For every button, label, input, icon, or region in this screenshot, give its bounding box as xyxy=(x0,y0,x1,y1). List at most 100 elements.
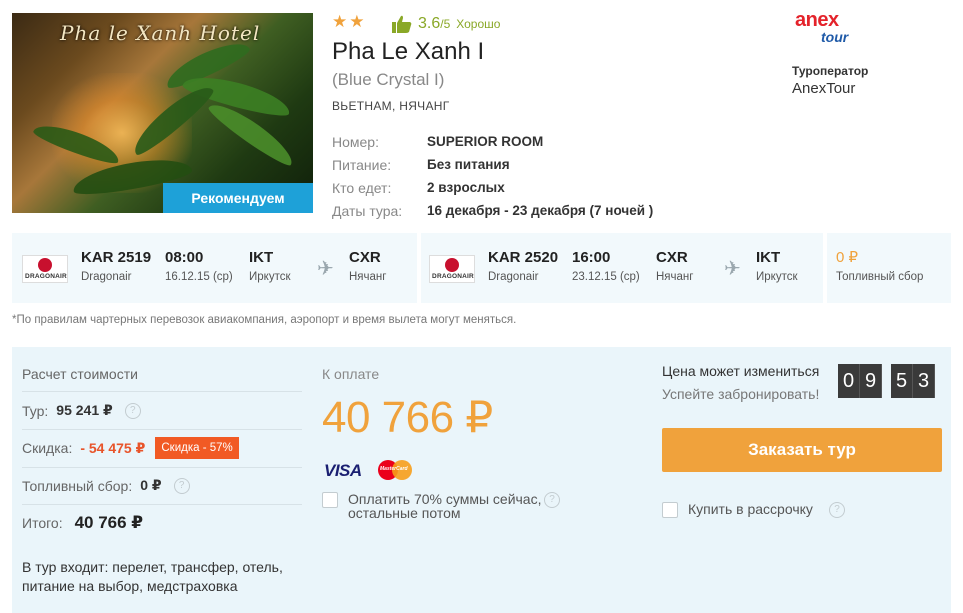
destination-cell: CXR Нячанг xyxy=(349,249,386,285)
calc-row-discount: Скидка: - 54 475 ₽ Скидка - 57% xyxy=(22,437,239,459)
payment-amount: 40 766 ₽ xyxy=(322,393,493,442)
detail-row-dates: Даты тура: 16 декабря - 23 декабря (7 но… xyxy=(332,199,653,222)
order-tour-button[interactable]: Заказать тур xyxy=(662,428,942,472)
airline-name: Dragonair xyxy=(81,271,132,283)
flight-number-cell: KAR 2519 Dragonair xyxy=(81,249,151,285)
timer-digit: 3 xyxy=(913,364,935,398)
visa-logo: VISA xyxy=(324,461,362,480)
hotel-photo[interactable]: Pha le Xanh Hotel Рекомендуем xyxy=(12,13,313,213)
hotel-stars: ★★ xyxy=(332,12,367,31)
destination-code: CXR xyxy=(349,249,381,266)
flight-number: KAR 2519 xyxy=(81,249,152,266)
origin-code: IKT xyxy=(249,249,274,266)
destination-cell: IKT Иркутск xyxy=(756,249,798,285)
calc-label: Итого: xyxy=(22,515,63,531)
detail-value: Без питания xyxy=(427,157,510,172)
help-icon[interactable]: ? xyxy=(544,492,560,508)
calc-title: Расчет стоимости xyxy=(22,366,138,382)
detail-label: Питание: xyxy=(332,156,392,173)
fuel-fee-label: Топливный сбор xyxy=(836,271,924,283)
partial-payment-checkbox[interactable] xyxy=(322,492,338,508)
detail-label: Даты тура: xyxy=(332,202,403,219)
tour-details: Номер: SUPERIOR ROOM Питание: Без питани… xyxy=(332,130,653,222)
plane-icon: ✈ xyxy=(724,258,741,280)
origin-city: Нячанг xyxy=(656,271,694,283)
thumbs-up-icon xyxy=(392,15,412,33)
operator-label: Туроператор xyxy=(792,64,869,78)
dragon-icon xyxy=(38,258,52,272)
total-price: 40 766 ₽ xyxy=(74,513,144,532)
departure-time: 16:00 xyxy=(572,249,611,266)
partial-payment-label[interactable]: Оплатить 70% суммы сейчас, остальные пот… xyxy=(348,492,558,520)
calc-row-tour: Тур: 95 241 ₽ ? xyxy=(22,402,141,419)
timer-digit: 5 xyxy=(891,364,913,398)
hurry-note: Успейте забронировать! xyxy=(662,386,820,402)
help-icon[interactable]: ? xyxy=(829,502,845,518)
flights-bar: DRAGONAIR KAR 2519 Dragonair 08:00 16.12… xyxy=(12,233,951,303)
destination-city: Нячанг xyxy=(349,271,387,283)
countdown-timer: 0 9 5 3 xyxy=(838,364,935,398)
mastercard-logo: MasterCard xyxy=(378,459,414,481)
departure-time-cell: 16:00 23.12.15 (ср) xyxy=(572,249,640,285)
detail-value: 16 декабря - 23 декабря (7 ночей ) xyxy=(427,203,654,218)
divider xyxy=(22,504,302,505)
charter-disclaimer: *По правилам чартерных перевозок авиаком… xyxy=(12,314,517,326)
help-icon[interactable]: ? xyxy=(124,402,141,419)
timer-digit: 0 xyxy=(838,364,860,398)
recommend-badge: Рекомендуем xyxy=(163,183,313,213)
departure-date: 23.12.15 (ср) xyxy=(572,271,640,283)
payment-label: К оплате xyxy=(322,366,380,382)
divider xyxy=(22,467,302,468)
dragon-icon xyxy=(445,258,459,272)
detail-row-travelers: Кто едет: 2 взрослых xyxy=(332,176,653,199)
help-icon[interactable]: ? xyxy=(173,477,190,494)
discount-badge: Скидка - 57% xyxy=(155,437,239,459)
fuel-value: 0 ₽ xyxy=(140,477,162,493)
rating-value: 3.6/5 xyxy=(418,15,451,32)
tour-price: 95 241 ₽ xyxy=(56,402,113,418)
hotel-location: ВЬЕТНАМ, НЯЧАНГ xyxy=(332,99,450,113)
departure-date: 16.12.15 (ср) xyxy=(165,271,233,283)
hotel-rating: 3.6/5 Хорошо xyxy=(392,15,500,33)
detail-value: SUPERIOR ROOM xyxy=(427,134,544,149)
fuel-fee-cell: 0 ₽ Топливный сбор xyxy=(836,249,923,285)
fuel-fee-value: 0 ₽ xyxy=(836,249,859,266)
discount-amount: - 54 475 ₽ xyxy=(80,439,146,456)
detail-label: Номер: xyxy=(332,133,379,150)
dragonair-logo: DRAGONAIR xyxy=(22,255,68,283)
calc-row-fuel: Топливный сбор: 0 ₽ ? xyxy=(22,477,190,494)
timer-separator xyxy=(882,364,891,398)
destination-code: IKT xyxy=(756,249,781,266)
origin-code: CXR xyxy=(656,249,688,266)
anex-tour-logo: anex tour xyxy=(795,9,849,45)
departure-time-cell: 08:00 16.12.15 (ср) xyxy=(165,249,233,285)
photo-hotel-sign: Pha le Xanh Hotel xyxy=(60,21,261,45)
detail-value: 2 взрослых xyxy=(427,180,505,195)
origin-cell: CXR Нячанг xyxy=(656,249,693,285)
plane-icon: ✈ xyxy=(317,258,334,280)
hotel-name[interactable]: Pha Le Xanh I xyxy=(332,38,484,66)
calc-label: Топливный сбор: xyxy=(22,477,133,494)
detail-row-meal: Питание: Без питания xyxy=(332,153,653,176)
operator-name: AnexTour xyxy=(792,80,856,97)
flight-number: KAR 2520 xyxy=(488,249,559,266)
installment-label[interactable]: Купить в рассрочку xyxy=(688,502,813,516)
airline-name: Dragonair xyxy=(488,271,539,283)
rating-label: Хорошо xyxy=(456,17,501,31)
detail-label: Кто едет: xyxy=(332,179,392,196)
destination-city: Иркутск xyxy=(756,271,798,283)
price-change-note: Цена может измениться xyxy=(662,363,820,379)
installment-checkbox[interactable] xyxy=(662,502,678,518)
calc-label: Тур: xyxy=(22,402,49,419)
calc-row-total: Итого: 40 766 ₽ xyxy=(22,513,143,533)
calc-label: Скидка: xyxy=(22,440,73,456)
divider xyxy=(22,391,302,392)
tour-includes: В тур входит: перелет, трансфер, отель, … xyxy=(22,559,283,594)
flight-number-cell: KAR 2520 Dragonair xyxy=(488,249,558,285)
departure-time: 08:00 xyxy=(165,249,204,266)
origin-cell: IKT Иркутск xyxy=(249,249,291,285)
timer-digit: 9 xyxy=(860,364,882,398)
divider xyxy=(22,429,302,430)
detail-row-room: Номер: SUPERIOR ROOM xyxy=(332,130,653,153)
hotel-alt-name: (Blue Crystal I) xyxy=(332,70,445,89)
